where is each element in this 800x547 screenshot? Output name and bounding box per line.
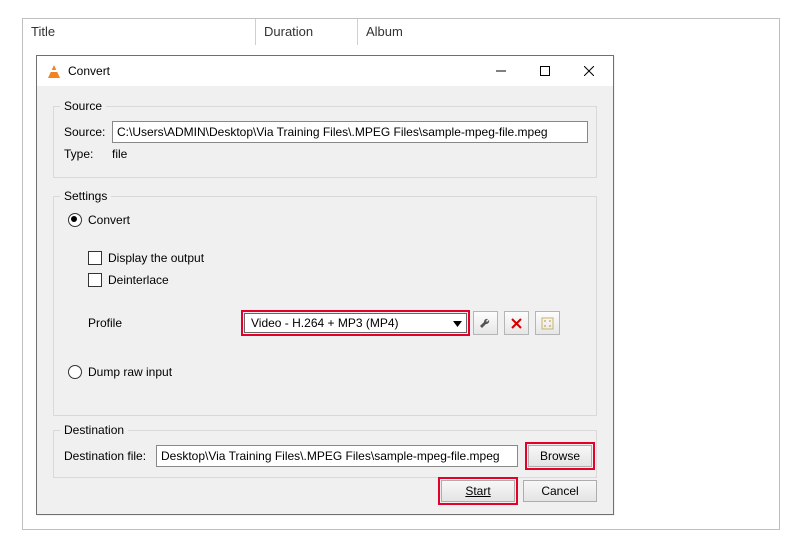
source-group: Source Source: Type: file [53, 106, 597, 178]
profile-select[interactable]: Video - H.264 + MP3 (MP4) [244, 313, 467, 333]
destination-group: Destination Destination file: Browse [53, 430, 597, 478]
table-header: Title Duration Album [23, 19, 779, 45]
profile-label: Profile [88, 316, 244, 330]
display-output-row[interactable]: Display the output [88, 251, 204, 265]
source-label: Source: [64, 125, 112, 139]
vlc-cone-icon [45, 63, 62, 80]
source-legend: Source [60, 99, 106, 113]
new-profile-icon [541, 317, 554, 330]
minimize-button[interactable] [479, 57, 523, 85]
start-button[interactable]: Start [441, 480, 515, 502]
profile-selected-value: Video - H.264 + MP3 (MP4) [251, 316, 399, 330]
start-button-label: Start [465, 484, 490, 498]
convert-radio-label: Convert [88, 213, 130, 227]
convert-radio[interactable] [68, 213, 82, 227]
dialog-title: Convert [68, 64, 479, 78]
delete-profile-button[interactable] [504, 311, 529, 335]
edit-profile-button[interactable] [473, 311, 498, 335]
deinterlace-checkbox[interactable] [88, 273, 102, 287]
dump-radio-row[interactable]: Dump raw input [68, 365, 172, 379]
maximize-button[interactable] [523, 57, 567, 85]
chevron-down-icon [452, 316, 463, 330]
new-profile-button[interactable] [535, 311, 560, 335]
minimize-icon [496, 66, 506, 76]
cancel-button[interactable]: Cancel [523, 480, 597, 502]
settings-legend: Settings [60, 189, 111, 203]
close-button[interactable] [567, 57, 611, 85]
settings-group: Settings Convert Display the output Dein… [53, 196, 597, 416]
type-value: file [112, 147, 127, 161]
close-icon [584, 66, 594, 76]
column-header-title[interactable]: Title [23, 19, 256, 45]
display-output-label: Display the output [108, 251, 204, 265]
type-label: Type: [64, 147, 112, 161]
destination-file-input[interactable] [156, 445, 518, 467]
column-header-duration[interactable]: Duration [256, 19, 358, 45]
convert-dialog: Convert Source Source: Type: file Settin… [36, 55, 614, 515]
deinterlace-label: Deinterlace [108, 273, 169, 287]
destination-legend: Destination [60, 423, 128, 437]
maximize-icon [540, 66, 550, 76]
source-path-input[interactable] [112, 121, 588, 143]
x-icon [511, 318, 522, 329]
deinterlace-row[interactable]: Deinterlace [88, 273, 169, 287]
destination-file-label: Destination file: [64, 449, 156, 463]
dump-radio[interactable] [68, 365, 82, 379]
dialog-footer: Start Cancel [441, 480, 597, 502]
wrench-icon [479, 317, 492, 330]
dialog-titlebar: Convert [37, 56, 613, 86]
display-output-checkbox[interactable] [88, 251, 102, 265]
dump-radio-label: Dump raw input [88, 365, 172, 379]
browse-button[interactable]: Browse [528, 445, 592, 467]
column-header-album[interactable]: Album [358, 19, 779, 45]
convert-radio-row[interactable]: Convert [68, 213, 130, 227]
